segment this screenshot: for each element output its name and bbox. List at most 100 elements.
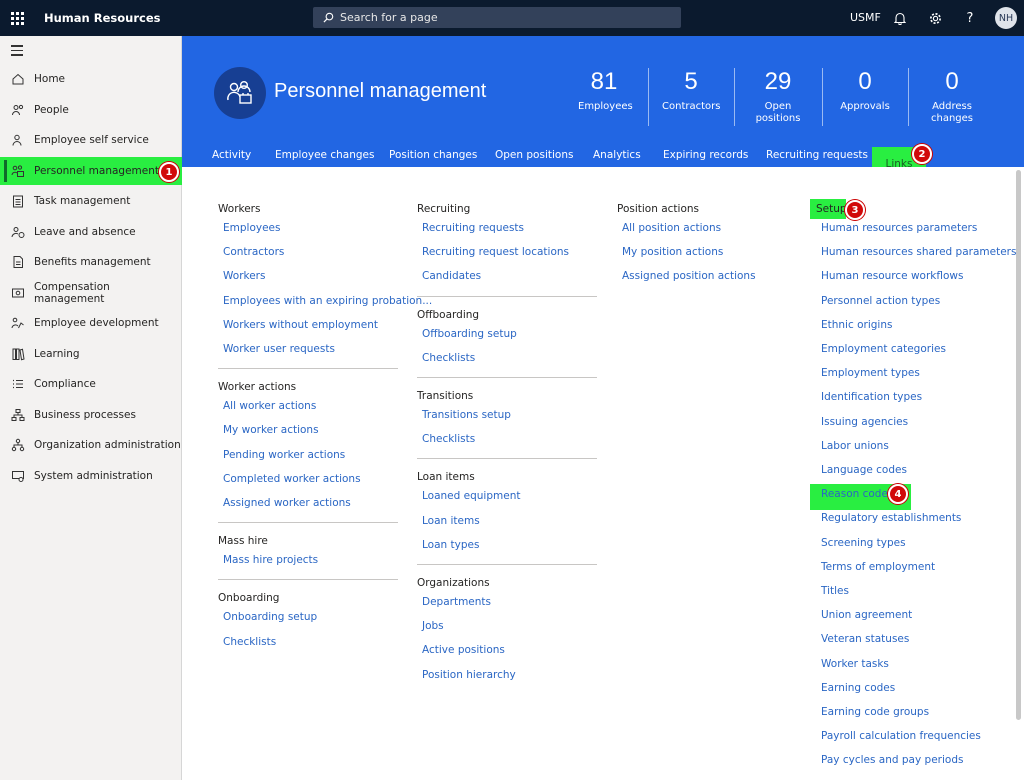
link-departments[interactable]: Departments xyxy=(422,596,491,608)
kpi-address-changes[interactable]: 0 Address changes xyxy=(924,67,980,125)
link-employees[interactable]: Employees xyxy=(223,222,280,234)
link-terms-of-employment[interactable]: Terms of employment xyxy=(821,561,935,573)
tab-recruiting-requests[interactable]: Recruiting requests xyxy=(766,144,868,167)
link-contractors[interactable]: Contractors xyxy=(223,246,284,258)
link-regulatory-establishments[interactable]: Regulatory establishments xyxy=(821,512,961,524)
link-labor-unions[interactable]: Labor unions xyxy=(821,440,889,452)
links-panel: Workers Employees Contractors Workers Employ… xyxy=(182,167,1024,780)
sidebar-item-leave-and-absence[interactable]: Leave and absence xyxy=(0,218,182,246)
sidebar-item-people[interactable]: People xyxy=(0,96,182,124)
link-group-title-position-actions: Position actions xyxy=(617,203,700,215)
kpi-contractors[interactable]: 5 Contractors xyxy=(662,67,720,113)
link-checklists[interactable]: Checklists xyxy=(422,433,475,445)
link-all-position-actions[interactable]: All position actions xyxy=(622,222,721,234)
company-picker[interactable]: USMF xyxy=(850,11,881,24)
link-recruiting-request-locations[interactable]: Recruiting request locations xyxy=(422,246,569,258)
link-identification-types[interactable]: Identification types xyxy=(821,391,922,403)
sidebar-item-employee-self-service[interactable]: Employee self service xyxy=(0,126,182,154)
sidebar-item-learning[interactable]: Learning xyxy=(0,340,182,368)
sidebar-item-organization-administration[interactable]: Organization administration xyxy=(0,431,182,459)
link-worker-tasks[interactable]: Worker tasks xyxy=(821,658,889,670)
link-loaned-equipment[interactable]: Loaned equipment xyxy=(422,490,520,502)
link-position-hierarchy[interactable]: Position hierarchy xyxy=(422,669,516,681)
kpi-label: changes xyxy=(930,113,973,124)
link-loan-items[interactable]: Loan items xyxy=(422,515,480,527)
bell-icon[interactable] xyxy=(890,8,910,28)
link-personnel-action-types[interactable]: Personnel action types xyxy=(821,295,940,307)
link-worker-user-requests[interactable]: Worker user requests xyxy=(223,343,335,355)
link-completed-worker-actions[interactable]: Completed worker actions xyxy=(223,473,361,485)
link-loan-types[interactable]: Loan types xyxy=(422,539,479,551)
tab-activity[interactable]: Activity xyxy=(212,144,251,167)
tab-expiring-records[interactable]: Expiring records xyxy=(663,144,748,167)
sidebar-item-task-management[interactable]: Task management xyxy=(0,187,182,215)
sidebar-item-benefits-management[interactable]: Benefits management xyxy=(0,248,182,276)
link-union-agreement[interactable]: Union agreement xyxy=(821,609,912,621)
link-onboarding-setup[interactable]: Onboarding setup xyxy=(223,611,317,623)
link-workers-without-employment[interactable]: Workers without employment xyxy=(223,319,378,331)
sidebar-item-personnel-management[interactable]: Personnel management xyxy=(0,156,182,185)
kpi-label: Employees xyxy=(578,101,633,112)
link-human-resource-workflows[interactable]: Human resource workflows xyxy=(821,270,963,282)
link-checklists[interactable]: Checklists xyxy=(422,352,475,364)
link-candidates[interactable]: Candidates xyxy=(422,270,481,282)
link-reason-codes[interactable]: Reason codes xyxy=(821,488,893,500)
link-human-resources-parameters[interactable]: Human resources parameters xyxy=(821,222,977,234)
link-my-worker-actions[interactable]: My worker actions xyxy=(223,424,319,436)
link-employment-categories[interactable]: Employment categories xyxy=(821,343,946,355)
app-title[interactable]: Human Resources xyxy=(44,11,160,25)
link-employees-with-an-expiring-probation[interactable]: Employees with an expiring probation... xyxy=(223,295,432,307)
link-workers[interactable]: Workers xyxy=(223,270,265,282)
sidebar-item-system-administration[interactable]: System administration xyxy=(0,462,182,490)
scrollbar[interactable] xyxy=(1016,170,1021,720)
link-veteran-statuses[interactable]: Veteran statuses xyxy=(821,633,909,645)
link-language-codes[interactable]: Language codes xyxy=(821,464,907,476)
link-my-position-actions[interactable]: My position actions xyxy=(622,246,723,258)
link-issuing-agencies[interactable]: Issuing agencies xyxy=(821,416,908,428)
sidebar-item-compensation-management[interactable]: Compensation management xyxy=(0,279,182,307)
sidebar-item-label: Compliance xyxy=(34,378,96,390)
tab-open-positions[interactable]: Open positions xyxy=(495,144,573,167)
link-recruiting-requests[interactable]: Recruiting requests xyxy=(422,222,524,234)
link-pending-worker-actions[interactable]: Pending worker actions xyxy=(223,449,345,461)
link-transitions-setup[interactable]: Transitions setup xyxy=(422,409,511,421)
link-assigned-worker-actions[interactable]: Assigned worker actions xyxy=(223,497,351,509)
kpi-approvals[interactable]: 0 Approvals xyxy=(837,67,893,113)
link-mass-hire-projects[interactable]: Mass hire projects xyxy=(223,554,318,566)
group-divider xyxy=(417,564,597,565)
hamburger-menu-icon[interactable] xyxy=(11,45,23,59)
sidebar-item-employee-development[interactable]: Employee development xyxy=(0,309,182,337)
sidebar-item-compliance[interactable]: Compliance xyxy=(0,370,182,398)
link-payroll-calculation-frequencies[interactable]: Payroll calculation frequencies xyxy=(821,730,981,742)
link-pay-cycles-and-pay-periods[interactable]: Pay cycles and pay periods xyxy=(821,754,963,766)
app-launcher-icon[interactable] xyxy=(0,0,34,36)
link-screening-types[interactable]: Screening types xyxy=(821,537,906,549)
link-jobs[interactable]: Jobs xyxy=(422,620,444,632)
search-input[interactable]: Search for a page xyxy=(313,7,681,28)
link-earning-codes[interactable]: Earning codes xyxy=(821,682,895,694)
gear-icon[interactable] xyxy=(925,8,945,28)
kpi-divider xyxy=(648,68,649,126)
sidebar-item-business-processes[interactable]: Business processes xyxy=(0,401,182,429)
link-titles[interactable]: Titles xyxy=(821,585,849,597)
link-assigned-position-actions[interactable]: Assigned position actions xyxy=(622,270,756,282)
link-earning-code-groups[interactable]: Earning code groups xyxy=(821,706,929,718)
step-badge-4: 4 xyxy=(888,484,908,504)
link-offboarding-setup[interactable]: Offboarding setup xyxy=(422,328,517,340)
link-ethnic-origins[interactable]: Ethnic origins xyxy=(821,319,892,331)
link-all-worker-actions[interactable]: All worker actions xyxy=(223,400,316,412)
avatar[interactable]: NH xyxy=(995,7,1017,29)
tab-position-changes[interactable]: Position changes xyxy=(389,144,477,167)
kpi-employees[interactable]: 81 Employees xyxy=(578,67,633,113)
sidebar-item-home[interactable]: Home xyxy=(0,65,182,93)
tab-employee-changes[interactable]: Employee changes xyxy=(275,144,374,167)
link-active-positions[interactable]: Active positions xyxy=(422,644,505,656)
link-checklists[interactable]: Checklists xyxy=(223,636,276,648)
link-employment-types[interactable]: Employment types xyxy=(821,367,920,379)
help-icon[interactable]: ? xyxy=(960,8,980,28)
kpi-open-positions[interactable]: 29 Open positions xyxy=(742,67,814,125)
page-title: Personnel management xyxy=(274,80,487,102)
group-divider xyxy=(218,368,398,370)
link-human-resources-shared-parameters[interactable]: Human resources shared parameters xyxy=(821,246,1016,258)
tab-analytics[interactable]: Analytics xyxy=(593,144,641,167)
